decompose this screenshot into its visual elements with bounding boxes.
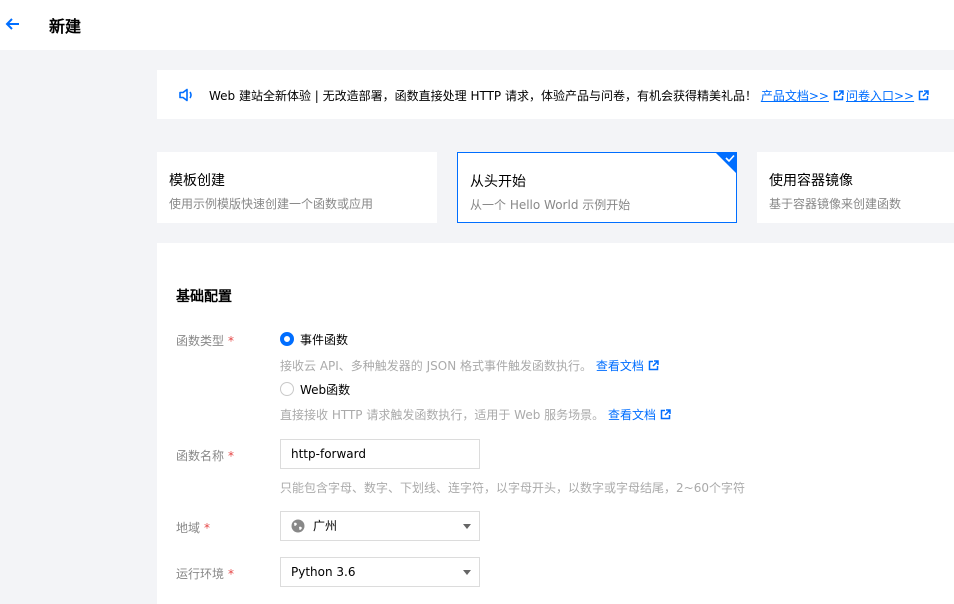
function-type-label: 函数类型 * <box>176 332 234 349</box>
chevron-down-icon[interactable] <box>463 524 471 529</box>
radio-circle[interactable] <box>280 382 294 396</box>
runtime-value: Python 3.6 <box>291 565 356 579</box>
web-function-help: 直接接收 HTTP 请求触发函数执行，适用于 Web 服务场景。 查看文档 <box>280 406 673 423</box>
label-text: 函数名称 <box>176 449 225 463</box>
survey-link[interactable]: 问卷入口>> <box>846 89 914 103</box>
region-value: 广州 <box>313 519 338 533</box>
function-name-input[interactable]: http-forward <box>280 439 480 469</box>
radio-label: 事件函数 <box>300 333 349 347</box>
view-docs-link[interactable]: 查看文档 <box>608 408 656 422</box>
help-text: 直接接收 HTTP 请求触发函数执行，适用于 Web 服务场景。 <box>280 408 605 422</box>
external-link-icon[interactable] <box>660 409 671 420</box>
back-arrow-icon[interactable] <box>4 15 22 33</box>
region-label: 地域 * <box>176 519 210 536</box>
runtime-select[interactable]: Python 3.6 <box>280 557 480 587</box>
view-docs-link[interactable]: 查看文档 <box>596 359 644 373</box>
runtime-label: 运行环境 * <box>176 565 234 582</box>
required-mark: * <box>228 334 235 348</box>
function-name-label: 函数名称 * <box>176 447 234 464</box>
section-title: 基础配置 <box>176 289 232 305</box>
external-link-icon[interactable] <box>833 90 844 101</box>
label-text: 运行环境 <box>176 567 225 581</box>
card-from-scratch[interactable]: 从头开始 从一个 Hello World 示例开始 <box>457 152 737 223</box>
product-doc-link[interactable]: 产品文档>> <box>761 89 829 103</box>
function-name-help: 只能包含字母、数字、下划线、连字符，以字母开头，以数字或字母结尾，2~60个字符 <box>280 481 745 495</box>
region-select[interactable]: 广州 <box>280 511 480 541</box>
page-title: 新建 <box>49 17 82 36</box>
selected-check-icon <box>715 152 737 174</box>
card-desc: 基于容器镜像来创建函数 <box>769 197 902 211</box>
card-template-create[interactable]: 模板创建 使用示例模版快速创建一个函数或应用 <box>157 152 437 223</box>
external-link-icon[interactable] <box>648 360 659 371</box>
radio-label: Web函数 <box>300 383 351 397</box>
globe-icon <box>291 519 305 533</box>
external-link-icon[interactable] <box>918 90 929 101</box>
card-title: 从头开始 <box>470 174 526 190</box>
basic-config-panel: 基础配置 函数类型 * 事件函数 接收云 API、多种触发器的 JSON 格式事件… <box>157 243 954 604</box>
label-text: 地域 <box>176 521 201 535</box>
card-desc: 从一个 Hello World 示例开始 <box>470 198 631 212</box>
chevron-down-icon[interactable] <box>463 570 471 575</box>
event-function-help: 接收云 API、多种触发器的 JSON 格式事件触发函数执行。 查看文档 <box>280 357 661 374</box>
required-mark: * <box>228 567 235 581</box>
card-desc: 使用示例模版快速创建一个函数或应用 <box>169 197 374 211</box>
notice-text: Web 建站全新体验 | 无改造部署，函数直接处理 HTTP 请求，体验产品与问… <box>209 89 757 103</box>
top-bar: 新建 <box>0 0 954 50</box>
required-mark: * <box>204 521 211 535</box>
help-text: 接收云 API、多种触发器的 JSON 格式事件触发函数执行。 <box>280 359 593 373</box>
speaker-icon <box>179 88 192 102</box>
card-title: 使用容器镜像 <box>769 173 853 189</box>
label-text: 函数类型 <box>176 334 225 348</box>
notice-text-row: Web 建站全新体验 | 无改造部署，函数直接处理 HTTP 请求，体验产品与问… <box>209 87 931 104</box>
card-title: 模板创建 <box>169 173 225 189</box>
radio-circle[interactable] <box>280 332 294 346</box>
card-container-image[interactable]: 使用容器镜像 基于容器镜像来创建函数 <box>757 152 954 223</box>
notice-banner: Web 建站全新体验 | 无改造部署，函数直接处理 HTTP 请求，体验产品与问… <box>157 70 954 119</box>
required-mark: * <box>228 449 235 463</box>
